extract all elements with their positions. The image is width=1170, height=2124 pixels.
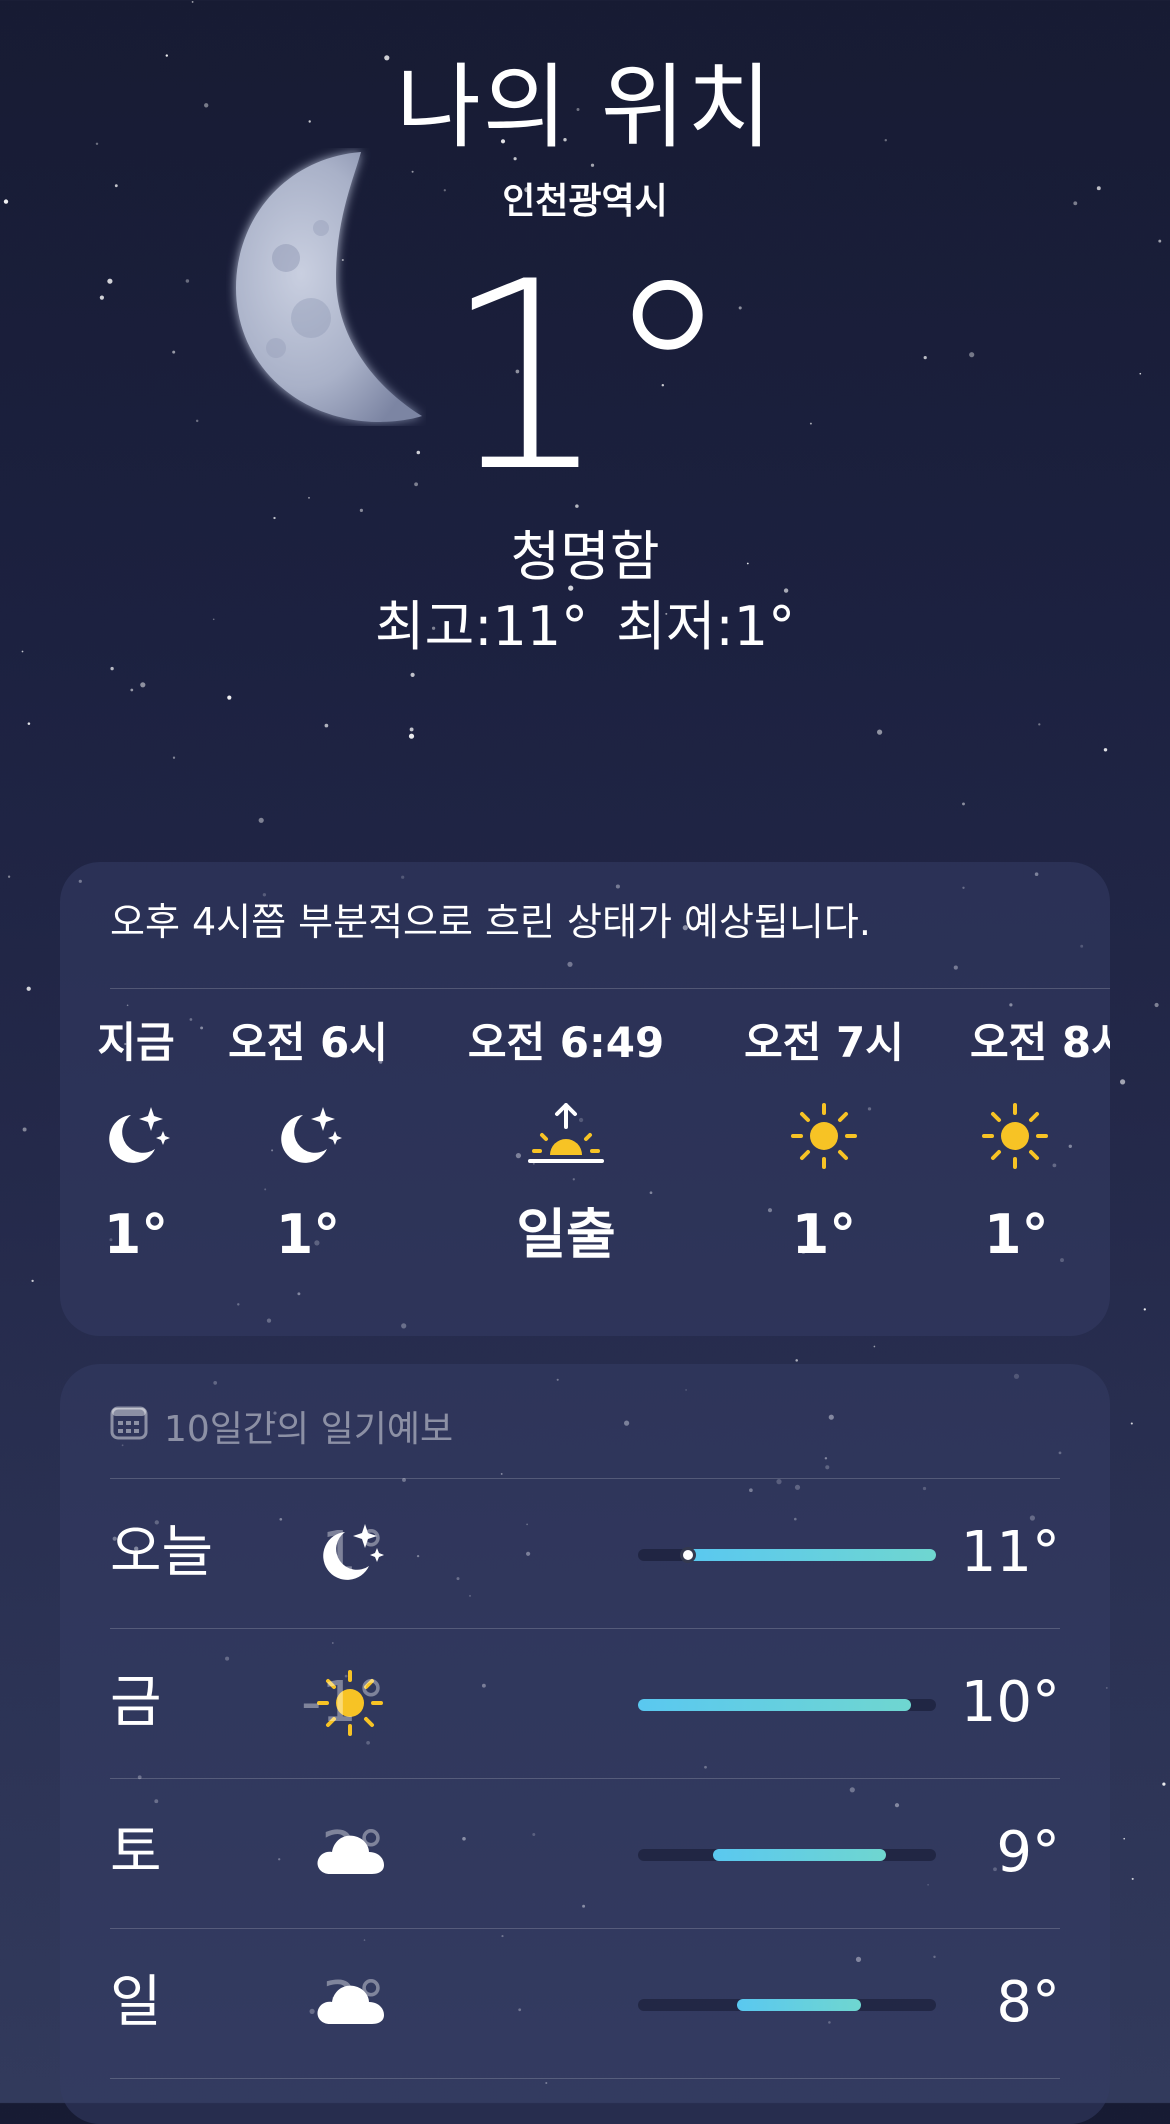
- star: [1143, 1308, 1146, 1311]
- current-condition: 청명함: [510, 525, 660, 588]
- temperature-range-fill: [737, 1999, 862, 2011]
- divider: [110, 2078, 1060, 2119]
- location-title: 나의 위치: [396, 54, 774, 161]
- star: [130, 688, 134, 692]
- day-name: 토: [110, 1820, 162, 1885]
- day-row[interactable]: 금 -1° 10°: [110, 1628, 1060, 1779]
- hour-item[interactable]: 오전 6시 1°: [208, 1022, 408, 1262]
- day-high-temperature: 8°: [996, 1970, 1060, 2035]
- hour-time: 오전 6:49: [467, 1018, 665, 1067]
- star: [227, 695, 232, 700]
- star: [359, 508, 363, 512]
- day-name: 일: [110, 1970, 162, 2035]
- hour-time: 오전 6시: [228, 1018, 388, 1067]
- day-low-temperature: -1°: [301, 1670, 385, 1735]
- day-high-temperature: 9°: [996, 1820, 1060, 1885]
- star: [258, 817, 264, 823]
- star: [410, 672, 415, 677]
- star: [1130, 1422, 1133, 1425]
- temperature-range-fill: [712, 1849, 887, 1861]
- divider: [110, 988, 1110, 989]
- star: [783, 588, 789, 593]
- day-row[interactable]: 오늘 1° 11°: [110, 1478, 1060, 1629]
- star: [795, 1359, 798, 1362]
- temperature-range-bar: [638, 1547, 936, 1563]
- star: [324, 723, 329, 728]
- current-temperature: 1°: [443, 227, 732, 529]
- low-temperature: 최저:1°: [616, 595, 796, 658]
- day-low-temperature: 2°: [321, 1820, 385, 1885]
- temperature-range-fill: [638, 1699, 912, 1711]
- star: [27, 722, 31, 725]
- high-low-temperatures: 최고:11° 최저:1°: [0, 600, 1170, 654]
- hour-time: 오전 7시: [744, 1018, 904, 1067]
- hour-temperature: 1°: [791, 1203, 857, 1266]
- star: [1162, 1782, 1166, 1786]
- calendar-icon: [110, 1404, 148, 1449]
- temperature-range-bar: [638, 1699, 936, 1711]
- star: [1131, 1877, 1134, 1880]
- hour-temperature: 1°: [984, 1203, 1049, 1266]
- temperature-range-bar: [638, 1849, 936, 1861]
- day-row[interactable]: 일 3° 8°: [110, 1928, 1060, 2079]
- temperature-range-fill: [687, 1549, 936, 1561]
- hour-item[interactable]: 오전 6:49 일출: [466, 1022, 666, 1262]
- sun-icon: [970, 1100, 1110, 1172]
- hourly-summary: 오후 4시쯤 부분적으로 흐린 상태가 예상됩니다.: [110, 900, 871, 944]
- high-temperature: 최고:11°: [374, 595, 589, 658]
- day-name: 오늘: [110, 1520, 214, 1585]
- sun-icon: [724, 1100, 924, 1172]
- hour-item[interactable]: 오전 8시 1°: [970, 1022, 1110, 1262]
- star: [165, 54, 168, 57]
- star: [140, 682, 146, 688]
- star: [384, 55, 390, 61]
- hourly-forecast-card[interactable]: 오후 4시쯤 부분적으로 흐린 상태가 예상됩니다. 지금 1° 오전 6시 1…: [60, 862, 1110, 1336]
- star: [22, 1127, 27, 1132]
- star: [31, 1279, 34, 1283]
- star: [191, 0, 194, 3]
- star: [1123, 1837, 1125, 1840]
- day-low-temperature: 1°: [321, 1520, 385, 1585]
- star: [873, 1345, 876, 1348]
- star: [590, 163, 595, 167]
- temperature-range-bar: [638, 1999, 936, 2011]
- ten-day-forecast-header: 10일간의 일기예보: [110, 1400, 453, 1452]
- star: [962, 802, 965, 806]
- star: [110, 666, 114, 671]
- day-name: 금: [110, 1670, 162, 1735]
- hour-item[interactable]: 오전 7시 1°: [724, 1022, 924, 1262]
- star: [877, 729, 883, 735]
- hour-temperature: 일출: [516, 1203, 616, 1266]
- day-low-temperature: 3°: [321, 1970, 385, 2035]
- day-high-temperature: 10°: [960, 1670, 1060, 1735]
- star: [1154, 1002, 1159, 1008]
- star: [1158, 239, 1162, 243]
- star: [1038, 723, 1041, 726]
- star: [26, 986, 31, 991]
- star: [273, 516, 276, 520]
- star: [1103, 748, 1108, 752]
- day-row[interactable]: 토 2° 9°: [110, 1778, 1060, 1929]
- star: [172, 756, 176, 759]
- star: [408, 733, 415, 739]
- ten-day-forecast-title: 10일간의 일기예보: [164, 1409, 454, 1450]
- moon-stars-icon: [208, 1100, 408, 1172]
- current-temperature-marker: [679, 1547, 696, 1563]
- star: [409, 727, 414, 732]
- hour-time: 오전 8시: [970, 1018, 1110, 1067]
- sunrise-icon: [466, 1100, 666, 1172]
- star: [7, 875, 11, 878]
- star: [1120, 1079, 1126, 1085]
- day-high-temperature: 11°: [960, 1520, 1060, 1585]
- location-subtitle: 인천광역시: [502, 181, 668, 222]
- hour-temperature: 1°: [275, 1203, 341, 1266]
- ten-day-forecast-card[interactable]: 10일간의 일기예보 오늘 1° 11° 금 -1° 10° 토 2° 9° 일…: [60, 1364, 1110, 2124]
